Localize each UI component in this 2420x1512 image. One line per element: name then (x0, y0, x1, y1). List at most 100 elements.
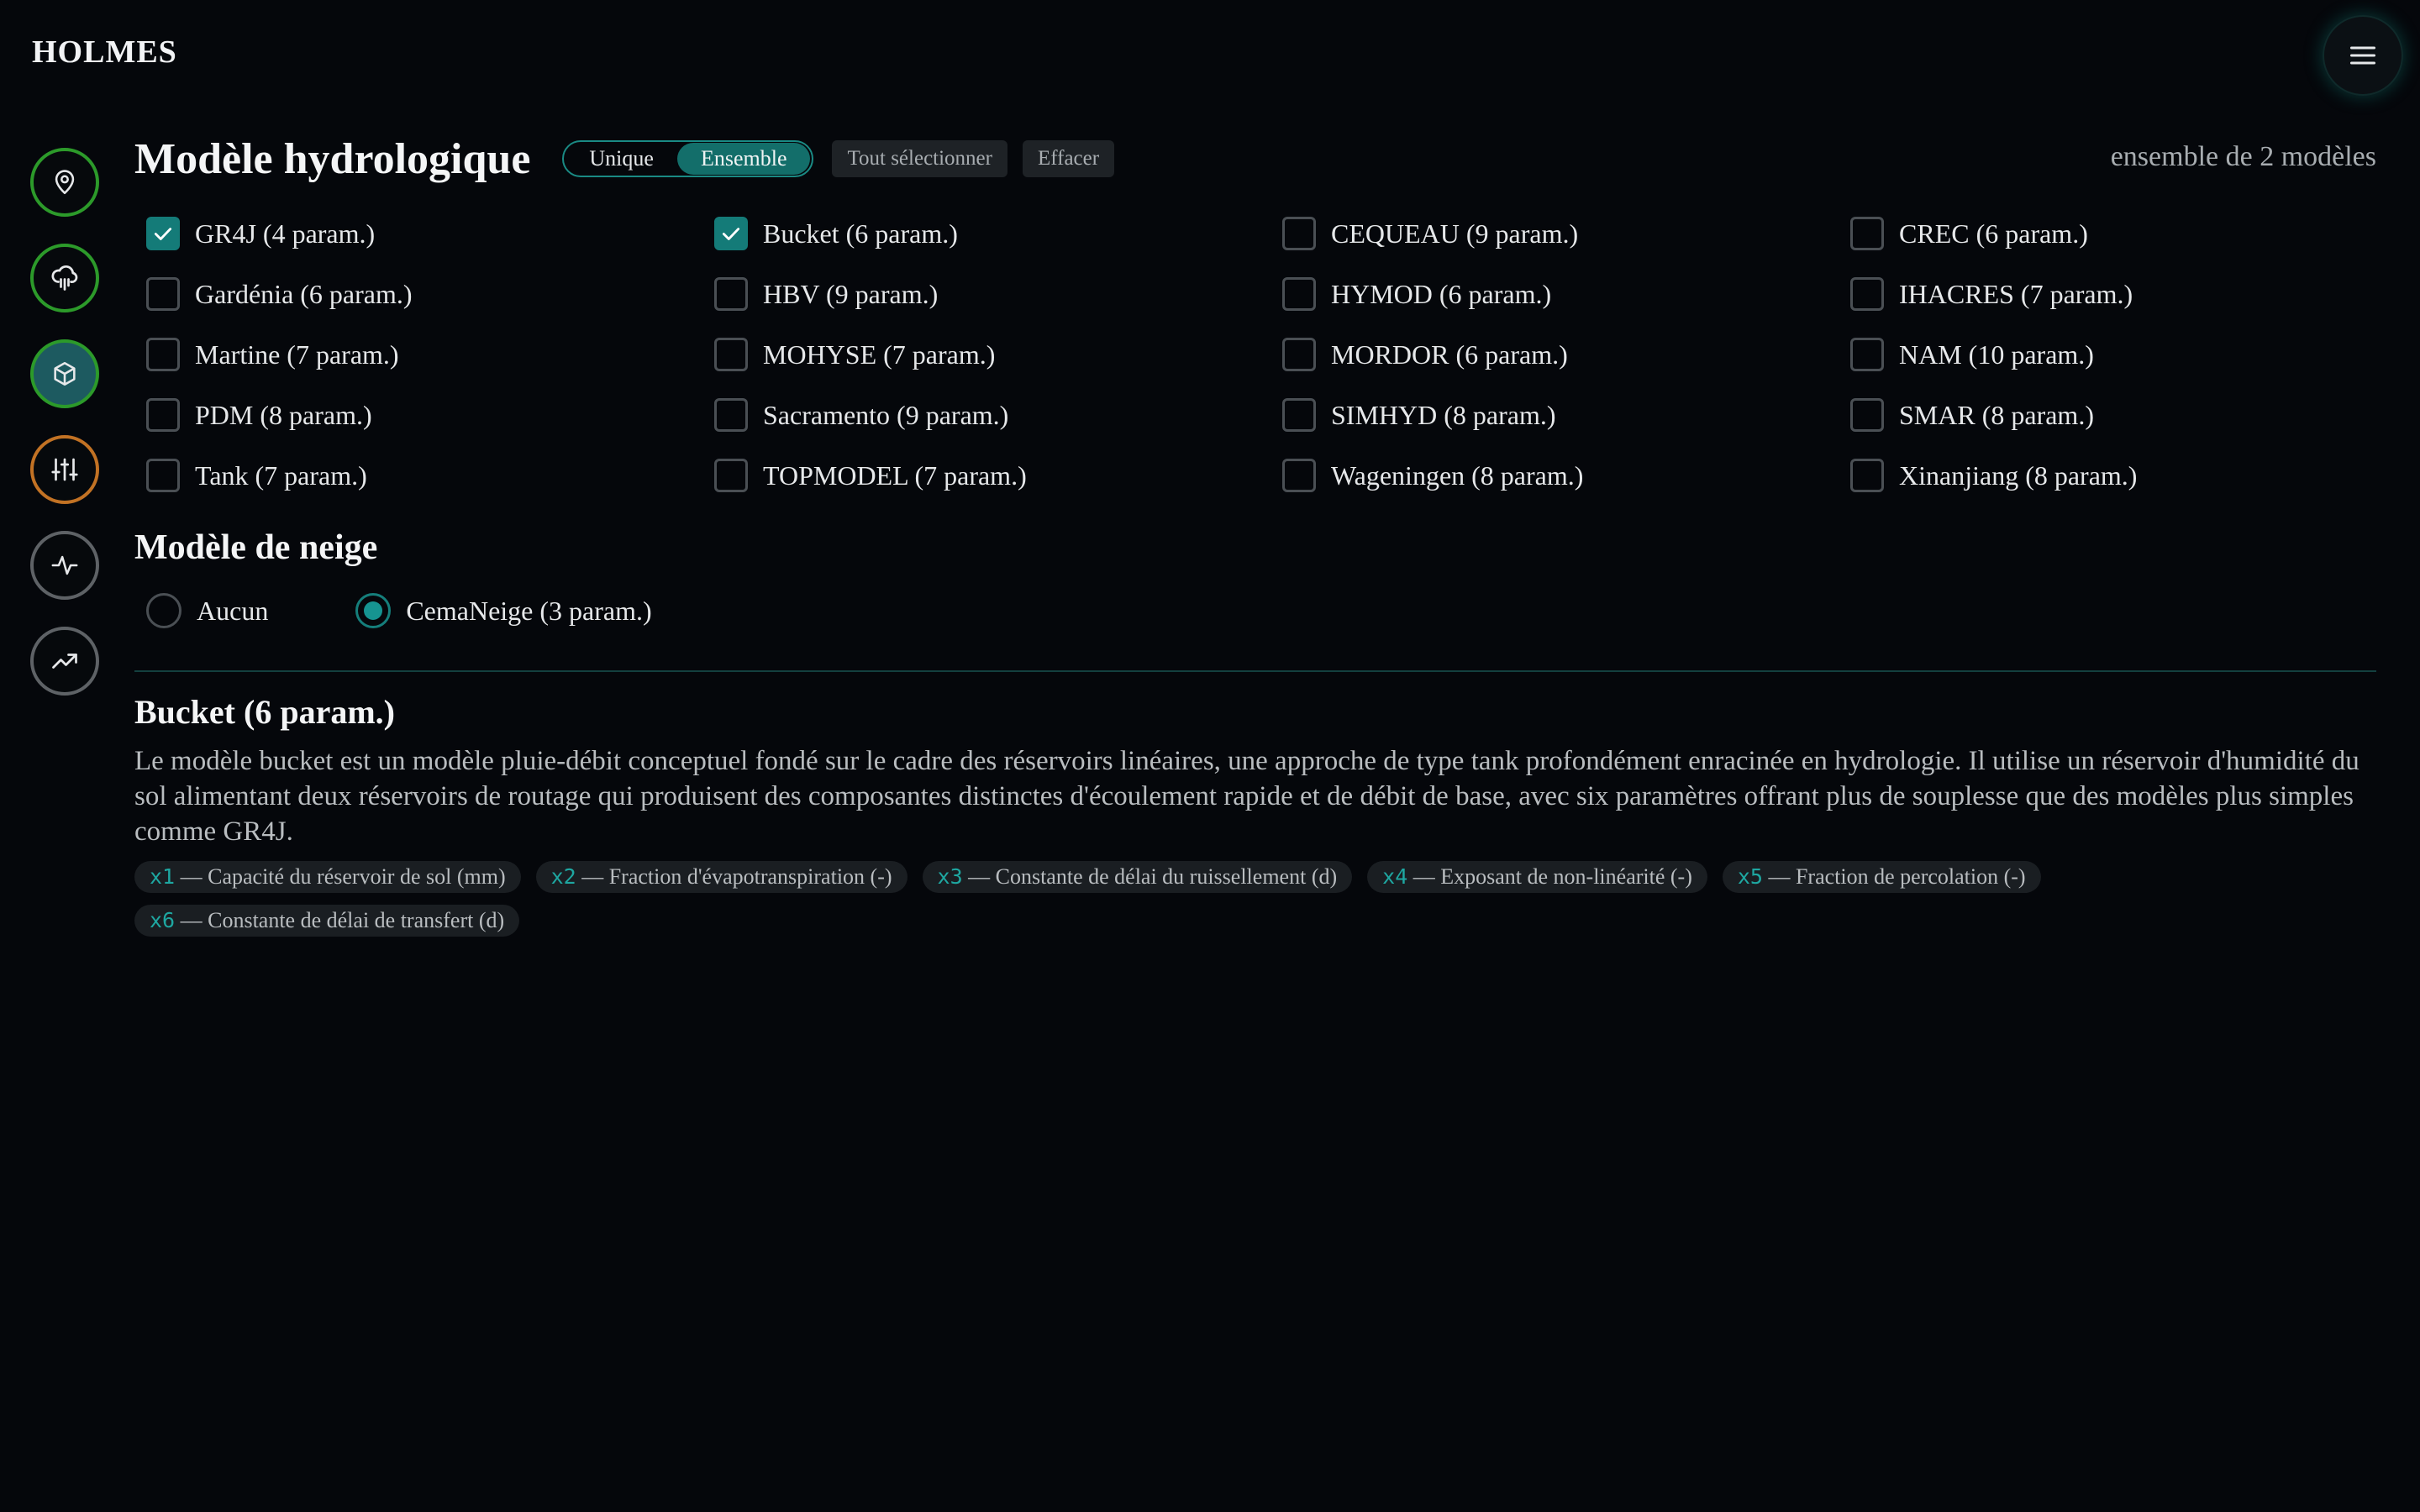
model-label: NAM (10 param.) (1899, 339, 2094, 370)
model-label: Bucket (6 param.) (763, 218, 958, 249)
model-option[interactable]: MORDOR (6 param.) (1270, 336, 1839, 373)
model-option[interactable]: Gardénia (6 param.) (134, 276, 702, 312)
model-label: IHACRES (7 param.) (1899, 278, 2133, 309)
hamburger-menu-button[interactable] (2323, 15, 2403, 96)
model-label: Martine (7 param.) (195, 339, 399, 370)
model-checkbox[interactable] (1282, 338, 1316, 371)
mode-unique-button[interactable]: Unique (566, 143, 677, 175)
model-checkbox[interactable] (146, 398, 180, 432)
parameter-chip: x4 — Exposant de non-linéarité (-) (1367, 861, 1707, 893)
parameter-key: x6 (150, 908, 176, 932)
snow-option-aucun[interactable]: Aucun (146, 593, 268, 628)
model-option[interactable]: SIMHYD (8 param.) (1270, 396, 1839, 433)
model-option[interactable]: MOHYSE (7 param.) (702, 336, 1270, 373)
parameter-description: — Constante de délai de transfert (d) (175, 908, 505, 932)
model-checkbox[interactable] (1850, 459, 1884, 492)
model-label: Wageningen (8 param.) (1331, 459, 1584, 491)
model-checkbox[interactable] (714, 338, 748, 371)
model-option[interactable]: TOPMODEL (7 param.) (702, 457, 1270, 494)
model-option[interactable]: IHACRES (7 param.) (1839, 276, 2407, 312)
model-checkbox[interactable] (1282, 459, 1316, 492)
model-option[interactable]: HBV (9 param.) (702, 276, 1270, 312)
rail-button-location[interactable] (30, 148, 99, 217)
model-label: Sacramento (9 param.) (763, 399, 1009, 430)
model-checkbox[interactable] (714, 217, 748, 250)
ensemble-count: ensemble de 2 modèles (2110, 141, 2376, 172)
mode-toggle: Unique Ensemble (562, 140, 814, 177)
map-pin-icon (55, 170, 75, 195)
select-all-button[interactable]: Tout sélectionner (832, 140, 1007, 177)
model-option[interactable]: Martine (7 param.) (134, 336, 702, 373)
rail-button-simulation[interactable] (30, 531, 99, 600)
model-checkbox[interactable] (146, 217, 180, 250)
model-checkbox[interactable] (146, 459, 180, 492)
model-checkbox[interactable] (1282, 217, 1316, 250)
model-checkbox[interactable] (1282, 398, 1316, 432)
model-checkbox[interactable] (1850, 277, 1884, 311)
mode-ensemble-button[interactable]: Ensemble (676, 143, 811, 175)
model-label: Tank (7 param.) (195, 459, 367, 491)
model-option[interactable]: SMAR (8 param.) (1839, 396, 2407, 433)
model-option[interactable]: Bucket (6 param.) (702, 215, 1270, 252)
parameter-description: — Fraction d'évapotranspiration (-) (576, 864, 892, 889)
model-detail-description: Le modèle bucket est un modèle pluie-déb… (134, 746, 2360, 847)
sliders-icon (51, 458, 78, 481)
radio-label: CemaNeige (3 param.) (406, 595, 652, 626)
model-checkbox[interactable] (146, 277, 180, 311)
model-option[interactable]: Tank (7 param.) (134, 457, 702, 494)
model-checkbox[interactable] (714, 459, 748, 492)
model-option[interactable]: NAM (10 param.) (1839, 336, 2407, 373)
parameter-chip: x2 — Fraction d'évapotranspiration (-) (535, 861, 908, 893)
model-label: TOPMODEL (7 param.) (763, 459, 1027, 491)
rail-button-calibration[interactable] (30, 435, 99, 504)
model-checkbox[interactable] (714, 398, 748, 432)
model-checkbox[interactable] (1850, 217, 1884, 250)
model-label: Xinanjiang (8 param.) (1899, 459, 2138, 491)
main-content: Modèle hydrologique Unique Ensemble Tout… (134, 134, 2376, 937)
parameter-key: x5 (1737, 864, 1763, 889)
model-label: PDM (8 param.) (195, 399, 372, 430)
cube-icon (54, 361, 76, 386)
radio-button[interactable] (355, 593, 392, 628)
parameter-key: x2 (550, 864, 576, 889)
clear-button[interactable]: Effacer (1022, 140, 1115, 177)
model-option[interactable]: CREC (6 param.) (1839, 215, 2407, 252)
sidebar-rail (30, 148, 104, 722)
model-option[interactable]: Wageningen (8 param.) (1270, 457, 1839, 494)
rail-button-projection[interactable] (30, 627, 99, 696)
snow-model-title: Modèle de neige (134, 528, 378, 567)
model-checkbox[interactable] (146, 338, 180, 371)
app-brand: HOLMES (32, 34, 177, 70)
radio-button[interactable] (146, 593, 182, 628)
parameter-description: — Constante de délai du ruissellement (d… (962, 864, 1338, 889)
rain-cloud-icon (51, 265, 78, 291)
divider (134, 670, 2376, 672)
model-detail-title: Bucket (6 param.) (134, 693, 395, 731)
model-option[interactable]: Xinanjiang (8 param.) (1839, 457, 2407, 494)
model-checkbox[interactable] (1282, 277, 1316, 311)
model-label: SIMHYD (8 param.) (1331, 399, 1556, 430)
parameter-key: x1 (150, 864, 176, 889)
model-label: HBV (9 param.) (763, 278, 939, 309)
model-label: MORDOR (6 param.) (1331, 339, 1568, 370)
model-option[interactable]: CEQUEAU (9 param.) (1270, 215, 1839, 252)
model-label: Gardénia (6 param.) (195, 278, 413, 309)
model-checkbox-grid: GR4J (4 param.) Bucket (6 param.) CEQUEAU … (134, 215, 2376, 494)
parameter-description: — Exposant de non-linéarité (-) (1407, 864, 1692, 889)
model-option[interactable]: HYMOD (6 param.) (1270, 276, 1839, 312)
radio-label: Aucun (197, 595, 269, 626)
snow-option-cemaneige[interactable]: CemaNeige (3 param.) (355, 593, 652, 628)
model-label: GR4J (4 param.) (195, 218, 376, 249)
model-label: MOHYSE (7 param.) (763, 339, 996, 370)
model-label: CREC (6 param.) (1899, 218, 2088, 249)
rail-button-climate[interactable] (30, 244, 99, 312)
model-checkbox[interactable] (1850, 338, 1884, 371)
rail-button-model[interactable] (30, 339, 99, 408)
model-checkbox[interactable] (714, 277, 748, 311)
model-option[interactable]: GR4J (4 param.) (134, 215, 702, 252)
model-checkbox[interactable] (1850, 398, 1884, 432)
snow-model-radios: Aucun CemaNeige (3 param.) (134, 593, 2376, 628)
model-option[interactable]: PDM (8 param.) (134, 396, 702, 433)
model-option[interactable]: Sacramento (9 param.) (702, 396, 1270, 433)
menu-icon (2350, 46, 2375, 65)
